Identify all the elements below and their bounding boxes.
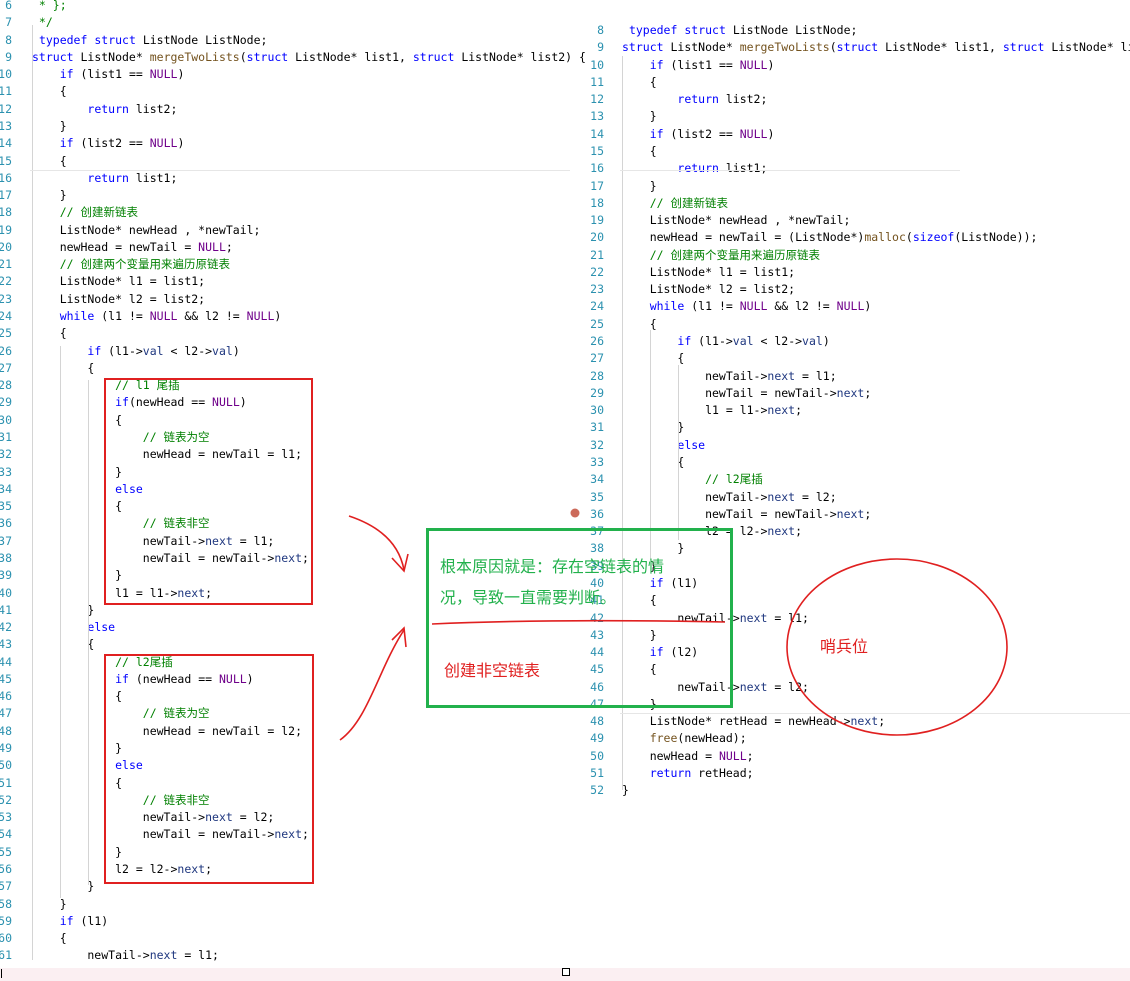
annotation-overlay bbox=[339, 508, 1008, 741]
resize-handle-icon[interactable] bbox=[562, 968, 570, 976]
status-bar-left-marker bbox=[1, 969, 2, 978]
arrow-curve-lower bbox=[339, 629, 405, 741]
sentinel-circle bbox=[786, 558, 1008, 736]
underline-stroke bbox=[431, 619, 726, 625]
breakpoint-dot-icon bbox=[570, 508, 580, 518]
